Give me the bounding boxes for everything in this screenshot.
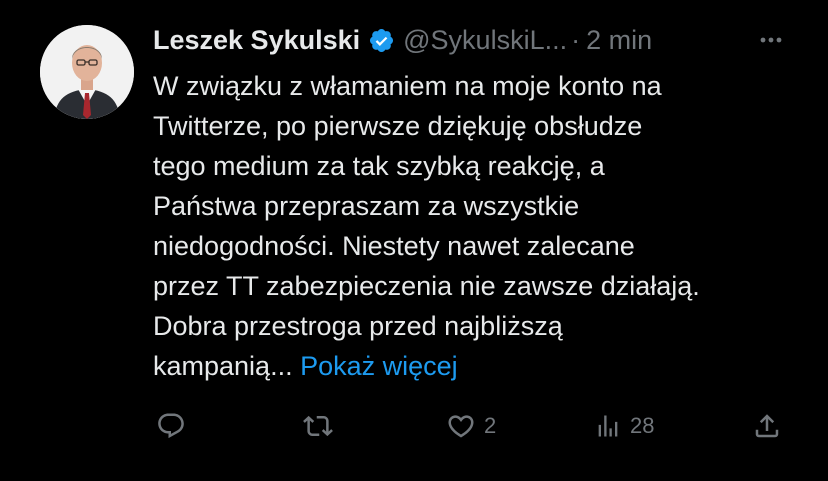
show-more-link[interactable]: Pokaż więcej [300, 351, 458, 381]
share-icon [752, 411, 782, 441]
tweet-text-last-line: kampanią... Pokaż więcej [153, 346, 813, 386]
reply-button[interactable] [156, 404, 194, 448]
tweet-header: Leszek Sykulski @SykulskiL... · 2 min [153, 22, 813, 58]
share-button[interactable] [752, 404, 782, 448]
like-button[interactable]: 2 [446, 404, 496, 448]
reply-icon [156, 411, 186, 441]
views-count: 28 [630, 413, 655, 438]
action-bar: 2 28 [0, 404, 828, 448]
separator-dot: · [571, 24, 581, 55]
display-name[interactable]: Leszek Sykulski [153, 25, 360, 56]
timestamp[interactable]: 2 min [586, 25, 652, 56]
avatar-photo [40, 25, 134, 119]
tweet-text-line: W związku z włamaniem na moje konto na [153, 71, 662, 101]
avatar[interactable] [40, 25, 134, 119]
more-horizontal-icon[interactable] [754, 22, 788, 58]
like-count: 2 [484, 413, 497, 438]
tweet-text-line: niedogodności. Niestety nawet zalecane [153, 231, 635, 261]
heart-icon [446, 411, 476, 441]
handle[interactable]: @SykulskiL... [403, 25, 567, 56]
tweet-text-line: Dobra przestroga przed najbliższą [153, 311, 563, 341]
views-button[interactable]: 28 [594, 404, 654, 448]
tweet-text-line: Państwa przepraszam za wszystkie [153, 191, 580, 221]
views-chart-icon [594, 411, 622, 441]
tweet-text: W związku z włamaniem na moje konto na T… [153, 66, 813, 386]
repost-icon [302, 411, 334, 441]
tweet-text-line: Twitterze, po pierwsze dziękuję obsłudze [153, 111, 643, 141]
tweet-text-line: tego medium za tak szybką reakcję, a [153, 151, 605, 181]
tweet[interactable]: Leszek Sykulski @SykulskiL... · 2 min W … [0, 0, 828, 481]
tweet-text-line: kampanią... [153, 351, 293, 381]
repost-button[interactable] [302, 404, 342, 448]
tweet-text-line: przez TT zabezpieczenia nie zawsze dział… [153, 271, 700, 301]
verified-badge-icon[interactable] [368, 27, 395, 54]
